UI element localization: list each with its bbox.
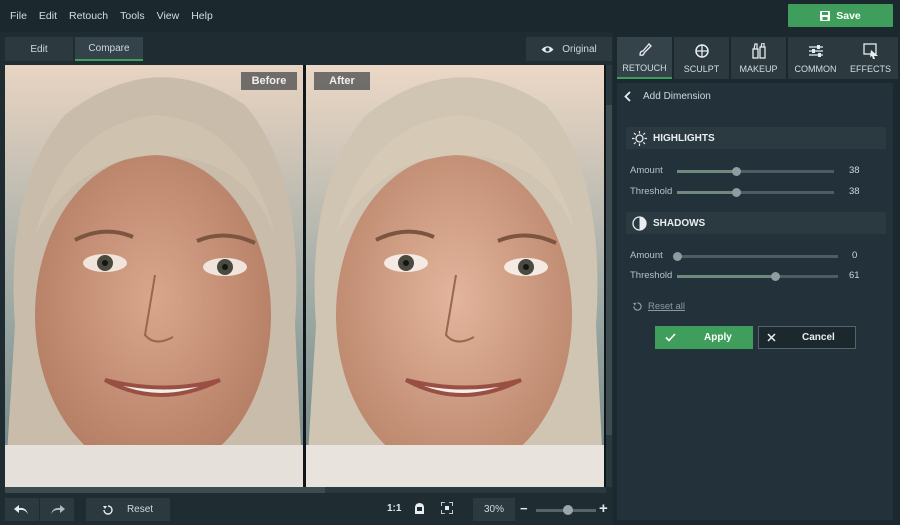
shadows-amount-knob[interactable]	[672, 252, 682, 261]
highlights-threshold-fill	[677, 191, 737, 194]
shadows-amount-label: Amount	[630, 250, 663, 261]
eye-icon	[541, 45, 554, 53]
menu-edit[interactable]: Edit	[33, 0, 63, 32]
close-icon	[767, 333, 776, 342]
fullscreen-icon	[440, 501, 454, 515]
shadows-section-header: SHADOWS	[626, 212, 886, 234]
highlights-amount-fill	[677, 170, 737, 173]
tool-retouch[interactable]: RETOUCH	[617, 37, 672, 79]
after-photo: After	[306, 65, 604, 487]
floppy-disk-icon	[820, 10, 831, 21]
panel-title: Add Dimension	[643, 91, 711, 102]
shadows-threshold-slider[interactable]	[677, 272, 838, 281]
menu-retouch[interactable]: Retouch	[63, 0, 114, 32]
zoom-level[interactable]: 30%	[473, 498, 515, 521]
redo-button[interactable]	[40, 498, 74, 521]
tab-compare[interactable]: Compare	[75, 37, 143, 61]
tool-common[interactable]: COMMON	[788, 37, 843, 79]
face-fit-icon	[415, 503, 424, 514]
tool-effects-label: EFFECTS	[849, 63, 891, 74]
retouch-brush-icon	[638, 42, 652, 56]
shadows-threshold-label: Threshold	[630, 270, 673, 281]
before-label: Before	[241, 72, 297, 90]
makeup-icon	[751, 42, 766, 59]
tool-makeup[interactable]: MAKEUP	[731, 37, 786, 79]
zoom-slider-knob[interactable]	[563, 505, 573, 515]
checkmark-icon	[665, 333, 676, 342]
effects-icon	[862, 42, 878, 59]
shadows-title: SHADOWS	[653, 217, 706, 229]
highlights-section-header: HIGHLIGHTS	[626, 127, 886, 149]
shadows-threshold-fill	[677, 275, 776, 278]
back-button[interactable]: Add Dimension	[624, 91, 711, 102]
after-label: After	[314, 72, 370, 90]
menu-tools[interactable]: Tools	[114, 0, 151, 32]
undo-button[interactable]	[5, 498, 39, 521]
tab-edit[interactable]: Edit	[5, 37, 73, 61]
horizontal-scrollbar[interactable]	[5, 487, 606, 493]
highlights-title: HIGHLIGHTS	[653, 132, 715, 144]
fit-face-button[interactable]	[414, 502, 425, 518]
vertical-scrollbar[interactable]	[606, 65, 612, 487]
reset-icon	[102, 504, 113, 515]
zoom-in-button[interactable]: +	[599, 500, 608, 517]
save-button[interactable]: Save	[788, 4, 893, 27]
reset-button[interactable]: Reset	[86, 498, 170, 521]
horizontal-scroll-thumb[interactable]	[5, 487, 325, 493]
sun-icon	[632, 130, 647, 146]
highlights-threshold-value: 38	[849, 186, 860, 197]
apply-button[interactable]: Apply	[655, 326, 753, 349]
sliders-icon	[808, 44, 823, 57]
sculpt-icon	[694, 43, 709, 58]
save-label: Save	[836, 9, 861, 22]
chevron-left-icon	[624, 91, 631, 102]
before-photo: Before	[5, 65, 303, 487]
half-circle-contrast-icon	[632, 215, 647, 231]
cancel-button[interactable]: Cancel	[758, 326, 856, 349]
highlights-amount-slider[interactable]	[677, 167, 834, 176]
menu-help[interactable]: Help	[185, 0, 219, 32]
reset-all-label: Reset all	[648, 301, 685, 312]
tool-common-label: COMMON	[794, 63, 837, 74]
tool-retouch-label: RETOUCH	[622, 62, 667, 73]
shadows-threshold-knob[interactable]	[770, 272, 780, 281]
cancel-label: Cancel	[802, 332, 835, 343]
undo-icon	[14, 504, 28, 514]
fit-screen-button[interactable]	[440, 501, 454, 517]
one-to-one-button[interactable]: 1:1	[387, 503, 401, 514]
main-menu: File Edit Retouch Tools View Help	[4, 0, 219, 32]
tool-sculpt[interactable]: SCULPT	[674, 37, 729, 79]
tool-effects[interactable]: EFFECTS	[843, 37, 898, 79]
highlights-threshold-slider[interactable]	[677, 188, 834, 197]
redo-icon	[51, 504, 65, 514]
shadows-threshold-value: 61	[849, 270, 860, 281]
highlights-amount-label: Amount	[630, 165, 663, 176]
highlights-threshold-label: Threshold	[630, 186, 673, 197]
menu-view[interactable]: View	[151, 0, 186, 32]
vertical-scroll-thumb[interactable]	[606, 105, 612, 435]
reset-icon	[633, 302, 642, 311]
photo-canvas[interactable]: Before After	[5, 65, 606, 487]
reset-all-link[interactable]: Reset all	[633, 301, 685, 312]
original-button[interactable]: Original	[526, 37, 612, 61]
highlights-amount-value: 38	[849, 165, 860, 176]
shadows-amount-value: 0	[852, 250, 858, 261]
tool-sculpt-label: SCULPT	[683, 63, 720, 74]
apply-label: Apply	[704, 332, 732, 343]
shadows-amount-slider[interactable]	[672, 252, 838, 261]
zoom-out-button[interactable]: −	[520, 501, 528, 516]
menu-file[interactable]: File	[4, 0, 33, 32]
original-label: Original	[562, 43, 597, 55]
tool-makeup-label: MAKEUP	[739, 63, 778, 74]
reset-label: Reset	[126, 504, 154, 515]
